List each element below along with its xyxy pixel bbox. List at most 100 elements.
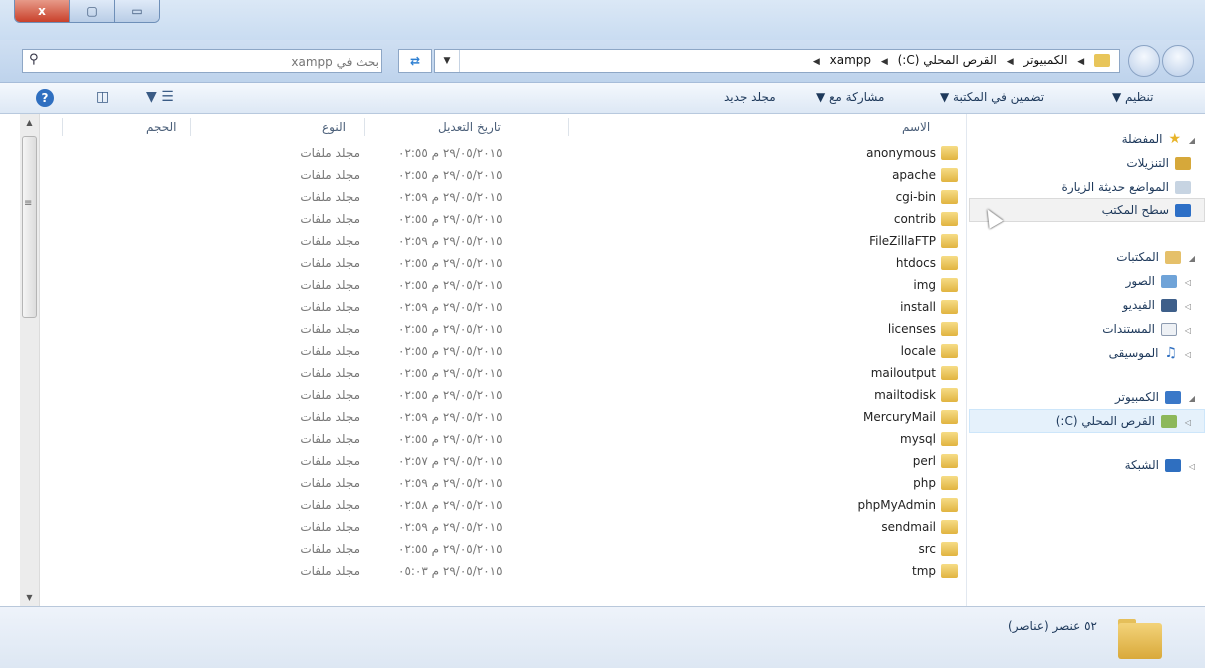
maximize-button[interactable]: ▢	[69, 0, 114, 22]
organize-menu[interactable]: تنظيم ▼	[1112, 90, 1153, 104]
file-row[interactable]: cgi-bin ٢٩/٠٥/٢٠١٥ م ٠٢:٥٩ مجلد ملفات	[20, 186, 966, 208]
breadcrumb-separator-icon[interactable]: ◀	[813, 57, 820, 67]
collapse-icon[interactable]: ◁	[1181, 320, 1191, 342]
file-name[interactable]: mailtodisk	[636, 384, 936, 406]
include-in-library-menu[interactable]: تضمين في المكتبة ▼	[940, 90, 1044, 104]
file-row[interactable]: htdocs ٢٩/٠٥/٢٠١٥ م ٠٢:٥٥ مجلد ملفات	[20, 252, 966, 274]
file-row[interactable]: licenses ٢٩/٠٥/٢٠١٥ م ٠٢:٥٥ مجلد ملفات	[20, 318, 966, 340]
file-name[interactable]: sendmail	[636, 516, 936, 538]
column-header-size[interactable]: الحجم	[146, 114, 176, 140]
help-icon[interactable]: ?	[36, 89, 54, 107]
nav-pictures[interactable]: ◁ الصور	[1126, 270, 1191, 292]
scroll-up-icon[interactable]: ▲	[20, 114, 39, 131]
pane-divider[interactable]	[966, 114, 967, 606]
nav-computer[interactable]: ◢ الكمبيوتر	[1115, 386, 1195, 408]
file-name[interactable]: FileZillaFTP	[636, 230, 936, 252]
breadcrumb-separator-icon[interactable]: ◀	[1077, 57, 1084, 67]
file-name[interactable]: perl	[636, 450, 936, 472]
refresh-button[interactable]: ⇄	[398, 49, 432, 73]
collapse-icon[interactable]: ◁	[1181, 344, 1191, 366]
file-name[interactable]: licenses	[636, 318, 936, 340]
file-row[interactable]: mysql ٢٩/٠٥/٢٠١٥ م ٠٢:٥٥ مجلد ملفات	[20, 428, 966, 450]
file-row[interactable]: mailoutput ٢٩/٠٥/٢٠١٥ م ٠٢:٥٥ مجلد ملفات	[20, 362, 966, 384]
file-name[interactable]: mysql	[636, 428, 936, 450]
file-row[interactable]: php ٢٩/٠٥/٢٠١٥ م ٠٢:٥٩ مجلد ملفات	[20, 472, 966, 494]
forward-button[interactable]	[1128, 45, 1160, 77]
column-header-type[interactable]: النوع	[322, 114, 346, 140]
column-divider[interactable]	[62, 118, 63, 136]
file-name[interactable]: mailoutput	[636, 362, 936, 384]
file-row[interactable]: img ٢٩/٠٥/٢٠١٥ م ٠٢:٥٥ مجلد ملفات	[20, 274, 966, 296]
collapse-icon[interactable]: ◁	[1181, 412, 1191, 434]
file-row[interactable]: apache ٢٩/٠٥/٢٠١٥ م ٠٢:٥٥ مجلد ملفات	[20, 164, 966, 186]
search-input[interactable]	[47, 52, 381, 72]
file-name[interactable]: php	[636, 472, 936, 494]
new-folder-button[interactable]: مجلد جديد	[724, 90, 776, 104]
scrollbar-thumb[interactable]	[22, 136, 37, 318]
column-header-date[interactable]: تاريخ التعديل	[438, 114, 501, 140]
file-type: مجلد ملفات	[300, 454, 360, 468]
expand-icon[interactable]: ◢	[1185, 130, 1195, 152]
nav-documents[interactable]: ◁ المستندات	[1102, 318, 1191, 340]
file-name[interactable]: img	[636, 274, 936, 296]
file-row[interactable]: locale ٢٩/٠٥/٢٠١٥ م ٠٢:٥٥ مجلد ملفات	[20, 340, 966, 362]
search-icon[interactable]: ⚲	[29, 52, 39, 67]
share-with-menu[interactable]: مشاركة مع ▼	[816, 90, 884, 104]
nav-downloads[interactable]: التنزيلات	[1126, 152, 1191, 174]
breadcrumb-local-disk[interactable]: القرص المحلي (C:)	[898, 53, 997, 67]
nav-network[interactable]: ◁ الشبكة	[1125, 454, 1195, 476]
collapse-icon[interactable]: ◁	[1181, 272, 1191, 294]
file-name[interactable]: install	[636, 296, 936, 318]
breadcrumb-xampp[interactable]: xampp	[830, 53, 871, 67]
file-row[interactable]: src ٢٩/٠٥/٢٠١٥ م ٠٢:٥٥ مجلد ملفات	[20, 538, 966, 560]
vertical-scrollbar[interactable]: ▲ ≡ ▼	[20, 114, 40, 606]
file-name[interactable]: src	[636, 538, 936, 560]
collapse-icon[interactable]: ◁	[1185, 456, 1195, 478]
nav-favorites[interactable]: ◢★ المفضلة	[1122, 128, 1195, 150]
file-name[interactable]: apache	[636, 164, 936, 186]
file-name[interactable]: phpMyAdmin	[636, 494, 936, 516]
nav-music[interactable]: ◁♫ الموسيقى	[1109, 342, 1191, 364]
expand-icon[interactable]: ◢	[1185, 388, 1195, 410]
view-options-icon[interactable]: ▼ ☰	[146, 89, 174, 105]
file-row[interactable]: FileZillaFTP ٢٩/٠٥/٢٠١٥ م ٠٢:٥٩ مجلد ملفات	[20, 230, 966, 252]
file-name[interactable]: MercuryMail	[636, 406, 936, 428]
nav-recent-places[interactable]: المواضع حديثة الزيارة	[1062, 176, 1191, 198]
preview-pane-icon[interactable]: ◫	[96, 89, 109, 105]
scroll-down-icon[interactable]: ▼	[20, 589, 39, 606]
file-row[interactable]: tmp ٢٩/٠٥/٢٠١٥ م ٠٥:٠٣ مجلد ملفات	[20, 560, 966, 582]
search-box[interactable]: ⚲	[22, 49, 382, 73]
file-row[interactable]: MercuryMail ٢٩/٠٥/٢٠١٥ م ٠٢:٥٩ مجلد ملفات	[20, 406, 966, 428]
nav-libraries[interactable]: ◢ المكتبات	[1116, 246, 1195, 268]
file-name[interactable]: contrib	[636, 208, 936, 230]
file-row[interactable]: mailtodisk ٢٩/٠٥/٢٠١٥ م ٠٢:٥٥ مجلد ملفات	[20, 384, 966, 406]
breadcrumb-separator-icon[interactable]: ◀	[881, 57, 888, 67]
address-bar[interactable]: ▼ ◀ الكمبيوتر ◀ القرص المحلي (C:) ◀ xamp…	[434, 49, 1120, 73]
column-divider[interactable]	[568, 118, 569, 136]
file-row[interactable]: phpMyAdmin ٢٩/٠٥/٢٠١٥ م ٠٢:٥٨ مجلد ملفات	[20, 494, 966, 516]
file-row[interactable]: contrib ٢٩/٠٥/٢٠١٥ م ٠٢:٥٥ مجلد ملفات	[20, 208, 966, 230]
breadcrumb-computer[interactable]: الكمبيوتر	[1023, 53, 1067, 67]
column-divider[interactable]	[364, 118, 365, 136]
collapse-icon[interactable]: ◁	[1181, 296, 1191, 318]
file-name[interactable]: tmp	[636, 560, 936, 582]
column-divider[interactable]	[190, 118, 191, 136]
file-row[interactable]: sendmail ٢٩/٠٥/٢٠١٥ م ٠٢:٥٩ مجلد ملفات	[20, 516, 966, 538]
file-row[interactable]: install ٢٩/٠٥/٢٠١٥ م ٠٢:٥٩ مجلد ملفات	[20, 296, 966, 318]
file-name[interactable]: anonymous	[636, 142, 936, 164]
close-button[interactable]: x	[15, 0, 69, 22]
breadcrumb-separator-icon[interactable]: ◀	[1007, 57, 1014, 67]
nav-local-disk[interactable]: ◁ القرص المحلي (C:)	[1056, 410, 1191, 432]
file-row[interactable]: perl ٢٩/٠٥/٢٠١٥ م ٠٢:٥٧ مجلد ملفات	[20, 450, 966, 472]
file-name[interactable]: htdocs	[636, 252, 936, 274]
address-dropdown-icon[interactable]: ▼	[435, 50, 460, 72]
file-name[interactable]: locale	[636, 340, 936, 362]
file-row[interactable]: anonymous ٢٩/٠٥/٢٠١٥ م ٠٢:٥٥ مجلد ملفات	[20, 142, 966, 164]
column-header-name[interactable]: الاسم	[902, 114, 930, 140]
file-name[interactable]: cgi-bin	[636, 186, 936, 208]
back-button[interactable]	[1162, 45, 1194, 77]
expand-icon[interactable]: ◢	[1185, 248, 1195, 270]
minimize-button[interactable]: ▭	[114, 0, 159, 22]
nav-videos[interactable]: ◁ الفيديو	[1122, 294, 1191, 316]
nav-desktop[interactable]: سطح المكتب	[1102, 199, 1191, 221]
